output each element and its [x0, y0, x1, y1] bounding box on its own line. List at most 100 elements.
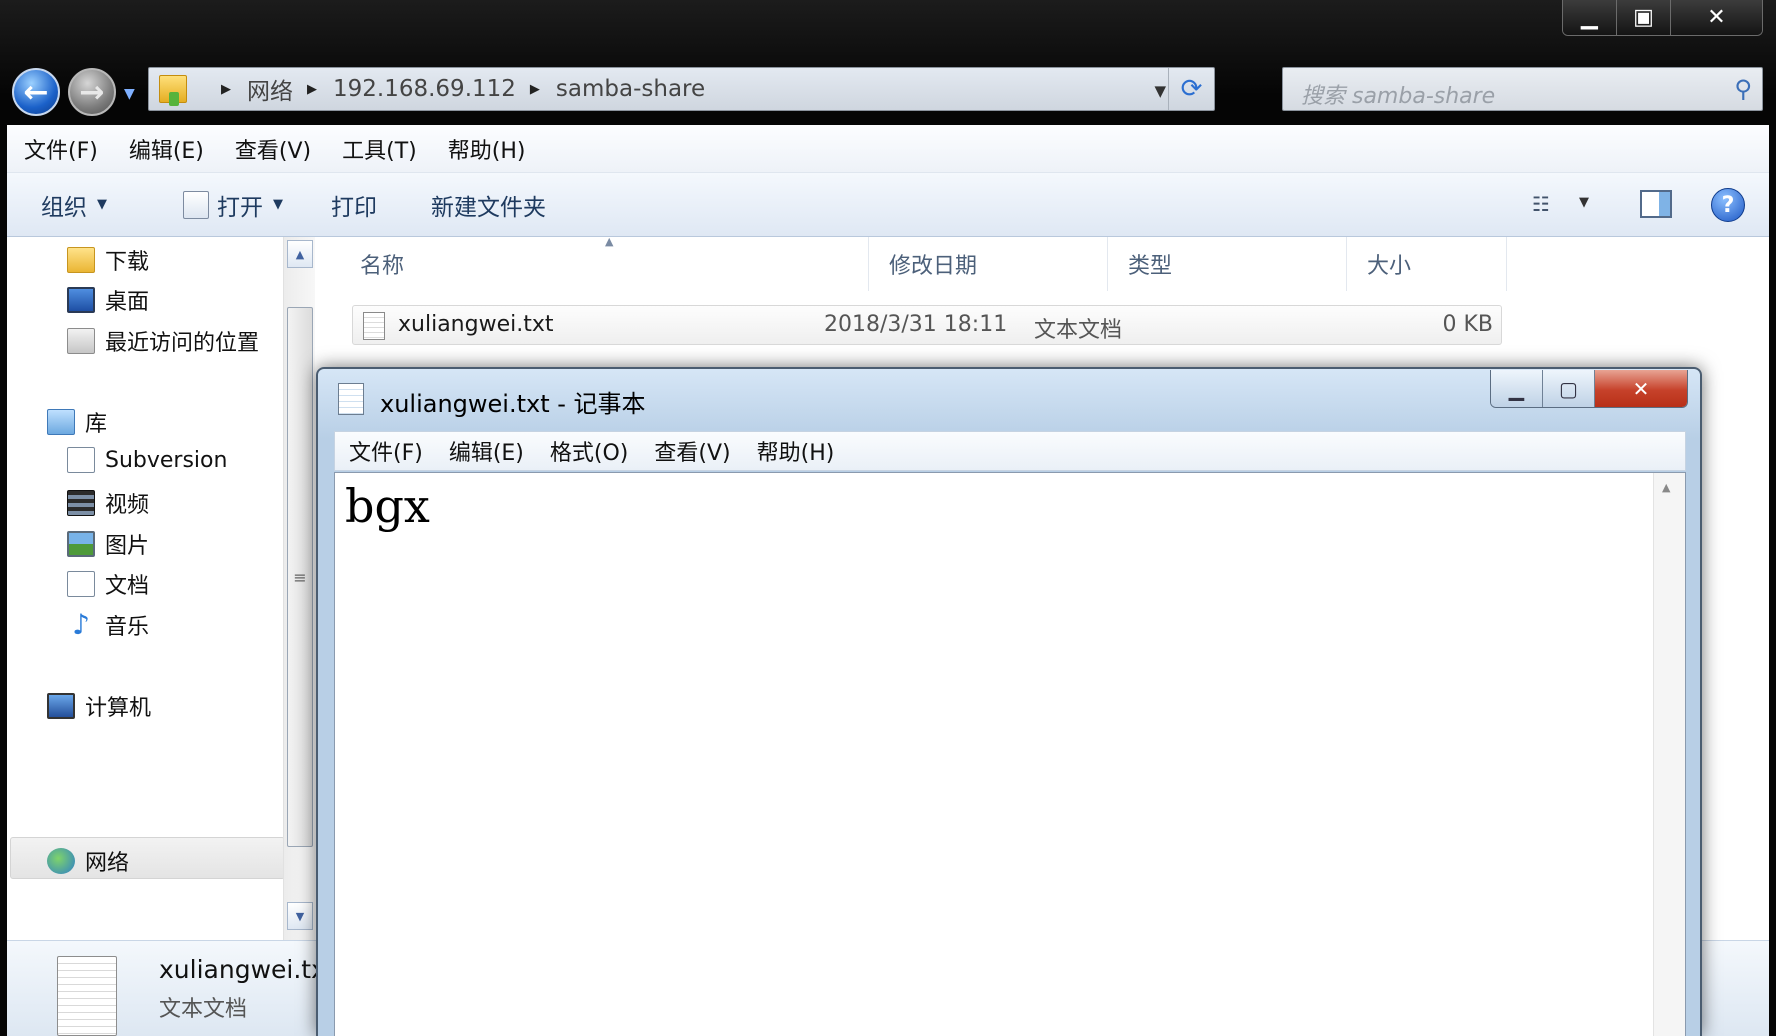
column-header-name[interactable]: 名称 — [315, 237, 869, 291]
menu-tools[interactable]: 工具(T) — [342, 133, 417, 165]
column-size-label: 大小 — [1367, 254, 1412, 279]
nav-item-computer[interactable]: 计算机 — [47, 690, 151, 722]
search-input[interactable]: 搜索 samba-share ⚲ — [1282, 67, 1763, 111]
organize-button[interactable]: 组织 ▼ — [41, 188, 107, 222]
nav-label: 下载 — [105, 250, 150, 275]
nav-item-music[interactable]: ♪ 音乐 — [67, 609, 149, 641]
menu-help[interactable]: 帮助(H) — [448, 133, 526, 165]
computer-icon — [47, 693, 75, 719]
subversion-library-icon — [67, 447, 95, 473]
scroll-up-icon[interactable]: ▲ — [1662, 481, 1670, 494]
notepad-menu-bar: 文件(F) 编辑(E) 格式(O) 查看(V) 帮助(H) — [334, 431, 1686, 471]
text-file-icon — [363, 312, 385, 340]
menu-format[interactable]: 格式(O) — [550, 435, 628, 467]
scroll-down-icon[interactable]: ▼ — [287, 902, 313, 930]
file-size: 0 KB — [1442, 312, 1493, 337]
chevron-right-icon[interactable]: ▶ — [221, 82, 231, 97]
nav-label: 视频 — [105, 493, 150, 518]
menu-file[interactable]: 文件(F) — [349, 435, 423, 467]
file-name: xuliangwei.txt — [398, 312, 554, 337]
notepad-text-area[interactable]: bgx ▲ — [334, 472, 1686, 1036]
maximize-button[interactable]: ▢ — [1543, 370, 1595, 407]
music-note-icon: ♪ — [72, 608, 90, 641]
back-icon[interactable]: ← — [12, 68, 60, 116]
forward-icon[interactable]: → — [68, 68, 116, 116]
chevron-down-icon[interactable]: ▼ — [1579, 195, 1589, 210]
new-folder-button[interactable]: 新建文件夹 — [431, 188, 546, 222]
minimize-button[interactable]: ▁ — [1563, 0, 1617, 35]
menu-view[interactable]: 查看(V) — [654, 435, 730, 467]
nav-label: 计算机 — [85, 696, 152, 721]
desktop-screen: ▁ ▣ ✕ ← → ▼ ▶ 网络 ▶ 192.168.69.112 ▶ samb… — [0, 0, 1776, 1036]
preview-pane-icon[interactable] — [1640, 190, 1672, 218]
column-header-size[interactable]: 大小 — [1347, 237, 1507, 291]
nav-item-videos[interactable]: 视频 — [67, 487, 149, 519]
network-icon — [47, 848, 75, 874]
menu-edit[interactable]: 编辑(E) — [129, 133, 204, 165]
nav-label: 音乐 — [105, 615, 150, 640]
nav-item-downloads[interactable]: 下载 — [67, 244, 149, 276]
desktop-icon — [67, 287, 95, 313]
network-folder-icon — [159, 75, 187, 106]
column-modified-label: 修改日期 — [889, 254, 978, 279]
column-type-label: 类型 — [1128, 254, 1173, 279]
nav-label: Subversion — [105, 447, 228, 473]
nav-label: 网络 — [85, 851, 130, 876]
breadcrumb-share[interactable]: samba-share — [556, 76, 705, 102]
nav-item-network[interactable]: 网络 — [47, 845, 129, 877]
breadcrumb-host[interactable]: 192.168.69.112 — [333, 76, 516, 102]
menu-edit[interactable]: 编辑(E) — [449, 435, 524, 467]
open-button[interactable]: 打开 ▼ — [183, 188, 283, 222]
menu-file[interactable]: 文件(F) — [24, 133, 98, 165]
column-header-modified[interactable]: 修改日期 — [869, 237, 1108, 291]
nav-item-pictures[interactable]: 图片 — [67, 528, 149, 560]
recent-pages-dropdown[interactable]: ▼ — [124, 86, 135, 102]
videos-icon — [67, 490, 95, 516]
nav-item-desktop[interactable]: 桌面 — [67, 284, 149, 316]
minimize-button[interactable]: ▁ — [1491, 370, 1543, 407]
navigation-bar: ← → ▼ ▶ 网络 ▶ 192.168.69.112 ▶ samba-shar… — [0, 60, 1776, 120]
notepad-icon — [183, 190, 209, 219]
address-dropdown-icon[interactable]: ▼ — [1154, 82, 1166, 100]
recent-places-icon — [67, 328, 95, 354]
nav-item-documents[interactable]: 文档 — [67, 568, 149, 600]
pictures-icon — [67, 531, 95, 557]
search-icon[interactable]: ⚲ — [1734, 75, 1752, 103]
breadcrumb-network[interactable]: 网络 — [247, 72, 293, 106]
chevron-right-icon[interactable]: ▶ — [307, 82, 317, 97]
chevron-right-icon[interactable]: ▶ — [530, 82, 540, 97]
menu-help[interactable]: 帮助(H) — [757, 435, 835, 467]
scroll-thumb[interactable]: ≡ — [287, 307, 313, 847]
details-file-type: 文本文档 — [159, 997, 248, 1022]
file-row[interactable]: xuliangwei.txt 2018/3/31 18:11 文本文档 0 KB — [352, 305, 1502, 345]
view-options-icon[interactable]: ☷ — [1532, 193, 1560, 215]
nav-label: 最近访问的位置 — [105, 331, 260, 356]
nav-item-subversion[interactable]: Subversion — [67, 447, 227, 473]
column-name-label: 名称 — [360, 254, 405, 279]
address-bar[interactable]: ▶ 网络 ▶ 192.168.69.112 ▶ samba-share ▼ ⟳ — [148, 67, 1215, 111]
close-button[interactable]: ✕ — [1671, 0, 1762, 35]
nav-label: 桌面 — [105, 290, 150, 315]
print-label: 打印 — [331, 194, 377, 221]
refresh-icon[interactable]: ⟳ — [1168, 68, 1214, 110]
scroll-up-icon[interactable]: ▲ — [287, 240, 313, 268]
nav-item-libraries[interactable]: 库 — [47, 406, 107, 438]
close-button[interactable]: ✕ — [1595, 370, 1687, 407]
print-button[interactable]: 打印 — [331, 188, 377, 222]
explorer-menu-bar: 文件(F) 编辑(E) 查看(V) 工具(T) 帮助(H) — [7, 125, 1769, 173]
nav-label: 文档 — [105, 574, 150, 599]
file-type: 文本文档 — [1034, 318, 1123, 343]
navigation-pane-scrollbar[interactable]: ▲ ≡ ▼ — [283, 237, 315, 940]
organize-label: 组织 — [41, 194, 87, 221]
menu-view[interactable]: 查看(V) — [235, 133, 311, 165]
help-icon[interactable]: ? — [1711, 188, 1745, 222]
nav-item-recent-places[interactable]: 最近访问的位置 — [67, 325, 259, 357]
file-modified: 2018/3/31 18:11 — [824, 312, 1008, 337]
notepad-content: bgx — [345, 479, 430, 533]
explorer-caption-buttons: ▁ ▣ ✕ — [1562, 0, 1763, 36]
notepad-window: xuliangwei.txt - 记事本 ▁ ▢ ✕ 文件(F) 编辑(E) 格… — [316, 367, 1702, 1036]
column-header-type[interactable]: 类型 — [1108, 237, 1347, 291]
chevron-down-icon: ▼ — [273, 197, 283, 212]
maximize-button[interactable]: ▣ — [1617, 0, 1671, 35]
notepad-scrollbar[interactable]: ▲ — [1653, 473, 1685, 1036]
